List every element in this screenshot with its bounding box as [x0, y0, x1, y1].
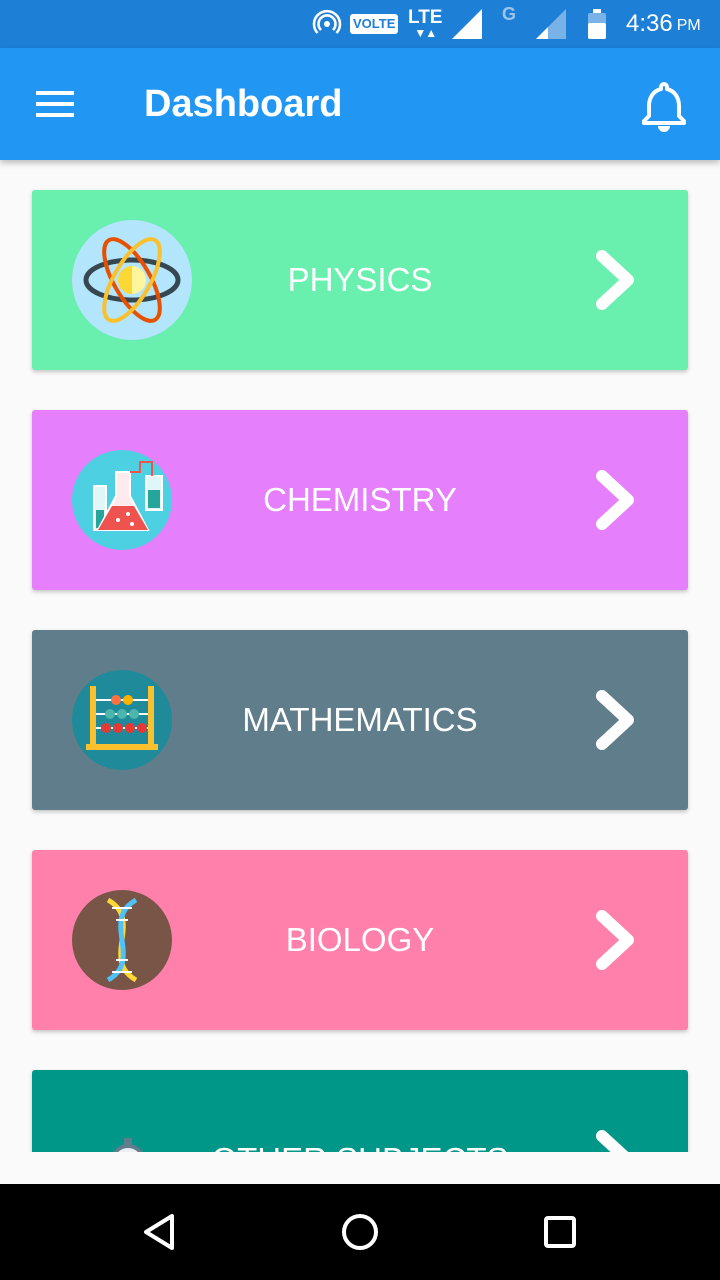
app-bar: Dashboard	[0, 48, 720, 160]
chevron-right-icon	[596, 910, 634, 970]
chemistry-flask-icon	[72, 450, 172, 550]
volte-icon: VOLTE	[350, 0, 399, 48]
chevron-right-icon	[596, 1130, 629, 1152]
subject-card-biology[interactable]: BIOLOGY	[32, 850, 688, 1030]
hamburger-menu-icon	[36, 91, 74, 117]
home-button[interactable]	[320, 1202, 400, 1262]
subject-label: MATHEMATICS	[242, 701, 478, 738]
back-icon	[144, 1214, 174, 1250]
back-button[interactable]	[120, 1202, 200, 1262]
subject-card-other-subjects[interactable]: OTHER SUBJECTS	[32, 1070, 688, 1152]
lte-data-icon: LTE ▼▲	[408, 7, 443, 40]
abacus-icon	[72, 670, 172, 770]
hotspot-icon	[312, 0, 342, 48]
chevron-right-icon	[596, 250, 634, 310]
navigation-bar	[0, 1184, 720, 1280]
recents-button[interactable]	[520, 1202, 600, 1262]
bell-icon	[642, 82, 686, 132]
dna-icon	[72, 890, 172, 990]
signal-icon	[450, 0, 484, 48]
atom-icon	[72, 220, 192, 340]
notification-button[interactable]	[632, 76, 696, 136]
subject-label: OTHER SUBJECTS	[192, 1140, 528, 1152]
status-bar: VOLTE LTE ▼▲ G 4:36 PM	[0, 0, 720, 48]
subject-card-mathematics[interactable]: MATHEMATICS	[32, 630, 688, 810]
subject-list[interactable]: PHYSICS CHEMISTRY MATHEMATICS BIOLOGY	[0, 160, 720, 1152]
chevron-right-icon	[596, 690, 634, 750]
subject-label: BIOLOGY	[285, 921, 435, 958]
battery-icon	[586, 0, 608, 48]
subject-card-chemistry[interactable]: CHEMISTRY	[32, 410, 688, 590]
clipboard-stopwatch-icon	[72, 1110, 172, 1152]
subject-label: PHYSICS	[287, 261, 433, 298]
g-network-label: G	[502, 4, 517, 24]
clock: 4:36 PM	[626, 10, 701, 37]
page-title: Dashboard	[144, 83, 343, 125]
signal-weak-icon	[534, 0, 568, 48]
subject-label: CHEMISTRY	[263, 481, 457, 518]
subject-card-physics[interactable]: PHYSICS	[32, 190, 688, 370]
home-icon	[342, 1214, 378, 1250]
recents-icon	[544, 1216, 576, 1248]
menu-button[interactable]	[28, 84, 84, 124]
chevron-right-icon	[596, 470, 634, 530]
